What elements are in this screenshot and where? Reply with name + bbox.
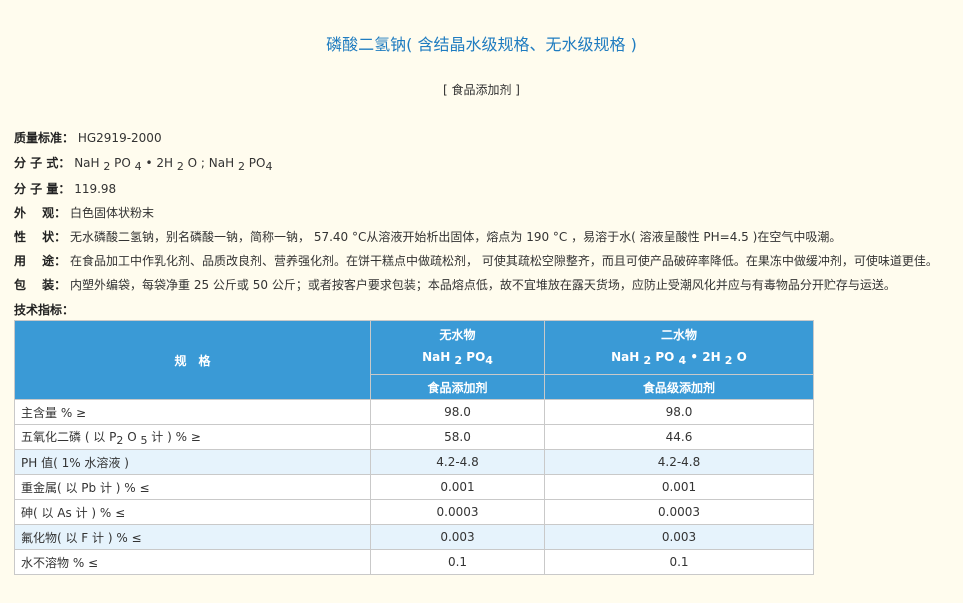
usage-value: 在食品加工中作乳化剂、品质改良剂、营养强化剂。在饼干糕点中做疏松剂， 可使其疏松… xyxy=(70,254,938,268)
table-row: 主含量 % ≥ 98.0 98.0 xyxy=(14,399,814,425)
row-value-anhydrous: 0.003 xyxy=(370,524,545,550)
packaging-label: 包 装： xyxy=(14,278,67,292)
row-value-anhydrous: 98.0 xyxy=(370,399,545,425)
row-value-dihydrate: 0.001 xyxy=(544,474,814,500)
row-value-anhydrous: 0.1 xyxy=(370,549,545,575)
spec-usage: 用 途： 在食品加工中作乳化剂、品质改良剂、营养强化剂。在饼干糕点中做疏松剂， … xyxy=(14,253,938,269)
row-value-dihydrate: 4.2-4.8 xyxy=(544,449,814,475)
spec-table: 规 格 无水物 NaH 2 PO4 二水物 NaH 2 PO 4 • 2H 2 … xyxy=(14,320,814,575)
usage-label: 用 途： xyxy=(14,254,67,268)
dihydrate-grade: 食品级添加剂 xyxy=(544,374,814,400)
spec-properties: 性 状： 无水磷酸二氢钠，别名磷酸一钠，简称一钠， 57.40 °C从溶液开始析… xyxy=(14,229,841,245)
table-row: 五氧化二磷 ( 以 P2 O 5 计 ) % ≥ 58.0 44.6 xyxy=(14,424,814,450)
weight-value: 119.98 xyxy=(74,182,117,196)
row-name: 五氧化二磷 ( 以 P2 O 5 计 ) % ≥ xyxy=(14,424,371,450)
spec-header-cell: 规 格 xyxy=(14,320,371,400)
table-row: PH 值( 1% 水溶液 ) 4.2-4.8 4.2-4.8 xyxy=(14,449,814,475)
row-name: PH 值( 1% 水溶液 ) xyxy=(14,449,371,475)
anhydrous-header: 无水物 NaH 2 PO4 xyxy=(370,320,545,375)
standard-label: 质量标准： xyxy=(14,131,75,145)
formula-value: NaH 2 PO 4 • 2H 2 O ; NaH 2 PO4 xyxy=(74,156,273,173)
table-row: 氟化物( 以 F 计 ) % ≤ 0.003 0.003 xyxy=(14,524,814,550)
table-row: 水不溶物 % ≤ 0.1 0.1 xyxy=(14,549,814,575)
spec-formula: 分 子 式： NaH 2 PO 4 • 2H 2 O ; NaH 2 PO4 xyxy=(14,155,272,175)
tech-spec-heading: 技术指标： xyxy=(14,303,75,317)
row-name: 氟化物( 以 F 计 ) % ≤ xyxy=(14,524,371,550)
page-title: 磷酸二氢钠( 含结晶水级规格、无水级规格 ) xyxy=(326,35,637,54)
standard-value: HG2919-2000 xyxy=(77,131,162,145)
row-name: 主含量 % ≥ xyxy=(14,399,371,425)
row-name: 水不溶物 % ≤ xyxy=(14,549,371,575)
appearance-label: 外 观： xyxy=(14,206,67,220)
row-value-dihydrate: 44.6 xyxy=(544,424,814,450)
row-value-anhydrous: 0.0003 xyxy=(370,499,545,525)
weight-label: 分 子 量： xyxy=(14,182,71,196)
row-name: 重金属( 以 Pb 计 ) % ≤ xyxy=(14,474,371,500)
dihydrate-header: 二水物 NaH 2 PO 4 • 2H 2 O xyxy=(544,320,814,375)
spec-weight: 分 子 量： 119.98 xyxy=(14,181,116,197)
spec-standard: 质量标准： HG2919-2000 xyxy=(14,130,162,146)
packaging-value: 内塑外编袋，每袋净重 25 公斤或 50 公斤；或者按客户要求包装；本品熔点低，… xyxy=(70,278,896,292)
spec-packaging: 包 装： 内塑外编袋，每袋净重 25 公斤或 50 公斤；或者按客户要求包装；本… xyxy=(14,277,896,293)
row-value-anhydrous: 58.0 xyxy=(370,424,545,450)
row-value-dihydrate: 0.003 xyxy=(544,524,814,550)
row-value-anhydrous: 0.001 xyxy=(370,474,545,500)
table-row: 重金属( 以 Pb 计 ) % ≤ 0.001 0.001 xyxy=(14,474,814,500)
row-name: 砷( 以 As 计 ) % ≤ xyxy=(14,499,371,525)
properties-label: 性 状： xyxy=(14,230,67,244)
product-category: [ 食品添加剂 ] xyxy=(443,83,520,97)
row-value-dihydrate: 0.0003 xyxy=(544,499,814,525)
spec-appearance: 外 观： 白色固体状粉末 xyxy=(14,205,154,221)
formula-label: 分 子 式： xyxy=(14,156,71,170)
row-value-anhydrous: 4.2-4.8 xyxy=(370,449,545,475)
properties-value: 无水磷酸二氢钠，别名磷酸一钠，简称一钠， 57.40 °C从溶液开始析出固体，熔… xyxy=(70,230,842,244)
anhydrous-grade: 食品添加剂 xyxy=(370,374,545,400)
table-row: 砷( 以 As 计 ) % ≤ 0.0003 0.0003 xyxy=(14,499,814,525)
appearance-value: 白色固体状粉末 xyxy=(70,206,155,220)
row-value-dihydrate: 0.1 xyxy=(544,549,814,575)
row-value-dihydrate: 98.0 xyxy=(544,399,814,425)
